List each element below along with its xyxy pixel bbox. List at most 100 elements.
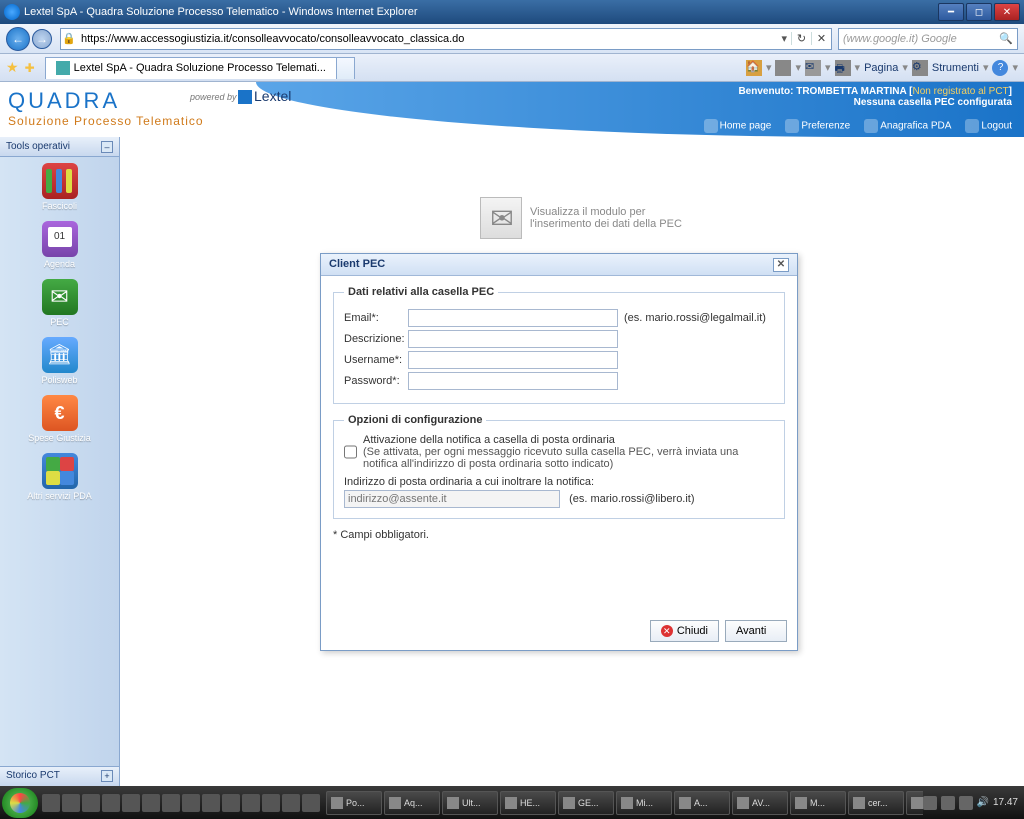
mail-icon[interactable]: ✉	[805, 60, 821, 76]
feeds-icon[interactable]	[775, 60, 791, 76]
ql-icon[interactable]	[162, 794, 180, 812]
client-pec-dialog: Client PEC ✕ Dati relativi alla casella …	[320, 253, 798, 651]
altri-icon	[42, 453, 78, 489]
url-text: https://www.accessogiustizia.it/consolle…	[77, 33, 777, 45]
task-item[interactable]: A...	[674, 791, 730, 815]
nav-anagrafica[interactable]: Anagrafica PDA	[864, 119, 951, 133]
tray-icon[interactable]	[923, 796, 937, 810]
ql-icon[interactable]	[202, 794, 220, 812]
tray-icon[interactable]	[941, 796, 955, 810]
tray-icon[interactable]	[959, 796, 973, 810]
forward-button[interactable]: →	[32, 29, 52, 49]
brand-sub: Soluzione Processo Telematico	[8, 114, 204, 128]
ql-icon[interactable]	[122, 794, 140, 812]
favorites-icon[interactable]: ★	[6, 59, 19, 76]
add-favorite-icon[interactable]: ✚	[25, 61, 35, 75]
clock[interactable]: 17.47	[993, 797, 1018, 808]
gear-icon: ⚙	[912, 60, 928, 76]
nav-logout[interactable]: Logout	[965, 119, 1012, 133]
main-content: Visualizza il modulo per l'inserimento d…	[120, 137, 1024, 786]
active-tab[interactable]: Lextel SpA - Quadra Soluzione Processo T…	[45, 57, 337, 79]
task-item[interactable]: cer...	[848, 791, 904, 815]
ql-icon[interactable]	[102, 794, 120, 812]
ql-icon[interactable]	[142, 794, 160, 812]
sidebar-item-polisweb[interactable]: Polisweb	[0, 337, 119, 385]
tab-bar: ★ ✚ Lextel SpA - Quadra Soluzione Proces…	[0, 54, 1024, 82]
ql-icon[interactable]	[62, 794, 80, 812]
address-bar[interactable]: 🔒 https://www.accessogiustizia.it/consol…	[60, 28, 832, 50]
print-icon[interactable]: 🖶	[835, 60, 851, 76]
task-item[interactable]: AV...	[732, 791, 788, 815]
nav-preferenze[interactable]: Preferenze	[785, 119, 850, 133]
sidebar-footer[interactable]: Storico PCT +	[0, 766, 119, 786]
task-item[interactable]: Lex...	[906, 791, 923, 815]
ql-icon[interactable]	[262, 794, 280, 812]
ql-icon[interactable]	[42, 794, 60, 812]
close-button[interactable]: ✕	[994, 3, 1020, 21]
chiudi-button[interactable]: ✕Chiudi	[650, 620, 719, 642]
home-icon[interactable]: 🏠	[746, 60, 762, 76]
fieldset-legend: Dati relativi alla casella PEC	[344, 286, 498, 298]
help-icon[interactable]: ?	[992, 60, 1008, 76]
ql-icon[interactable]	[242, 794, 260, 812]
expand-icon[interactable]: +	[101, 770, 113, 782]
volume-icon[interactable]: 🔊	[977, 797, 989, 808]
lextel-logo: Lextel	[238, 88, 291, 104]
home-icon	[704, 119, 718, 133]
dialog-body: Dati relativi alla casella PEC Email*: (…	[321, 276, 797, 616]
ql-icon[interactable]	[82, 794, 100, 812]
search-icon[interactable]: 🔍	[999, 32, 1013, 45]
system-tray: 🔊 17.47	[923, 796, 1022, 810]
task-item[interactable]: GE...	[558, 791, 614, 815]
minimize-button[interactable]: ━	[938, 3, 964, 21]
email-input[interactable]	[408, 309, 618, 327]
ql-icon[interactable]	[302, 794, 320, 812]
window-title: Lextel SpA - Quadra Soluzione Processo T…	[24, 6, 418, 18]
sidebar-item-altri[interactable]: Altri servizi PDA	[0, 453, 119, 501]
refresh-button[interactable]: ↻	[791, 32, 811, 45]
strumenti-menu[interactable]: Strumenti	[932, 62, 979, 74]
stop-button[interactable]: ✕	[811, 32, 831, 45]
task-item[interactable]: M...	[790, 791, 846, 815]
pagina-menu[interactable]: Pagina	[864, 62, 898, 74]
username-input[interactable]	[408, 351, 618, 369]
task-item[interactable]: HE...	[500, 791, 556, 815]
tab-title: Lextel SpA - Quadra Soluzione Processo T…	[74, 62, 326, 74]
task-item[interactable]: Aq...	[384, 791, 440, 815]
maximize-button[interactable]: ◻	[966, 3, 992, 21]
notifica-checkbox[interactable]	[344, 434, 357, 470]
ql-icon[interactable]	[222, 794, 240, 812]
task-item[interactable]: Ult...	[442, 791, 498, 815]
sidebar: Tools operativi – Fascicoli Agenda PEC P…	[0, 137, 120, 786]
start-button[interactable]	[2, 788, 38, 818]
window-controls: ━ ◻ ✕	[936, 3, 1020, 21]
fieldset-opzioni: Opzioni di configurazione Attivazione de…	[333, 414, 785, 519]
lock-icon: 🔒	[61, 32, 77, 45]
password-label: Password*:	[344, 375, 408, 387]
welcome-text: Benvenuto: TROMBETTA MARTINA [Non regist…	[738, 86, 1012, 108]
dropdown-icon[interactable]: ▾	[777, 32, 791, 45]
avanti-button[interactable]: Avanti	[725, 620, 787, 642]
ql-icon[interactable]	[282, 794, 300, 812]
fieldset-legend-2: Opzioni di configurazione	[344, 414, 486, 426]
nav-home[interactable]: Home page	[704, 119, 772, 133]
dialog-close-button[interactable]: ✕	[773, 258, 789, 272]
new-tab-button[interactable]	[337, 57, 355, 79]
sidebar-item-spese[interactable]: Spese Giustizia	[0, 395, 119, 443]
task-item[interactable]: Po...	[326, 791, 382, 815]
ql-icon[interactable]	[182, 794, 200, 812]
ie-icon	[4, 4, 20, 20]
back-button[interactable]: ←	[6, 27, 30, 51]
pec-hint: Visualizza il modulo per l'inserimento d…	[480, 197, 682, 239]
sidebar-item-agenda[interactable]: Agenda	[0, 221, 119, 269]
password-input[interactable]	[408, 372, 618, 390]
sidebar-item-fascicoli[interactable]: Fascicoli	[0, 163, 119, 211]
forward-input: indirizzo@assente.it	[344, 490, 560, 508]
search-box[interactable]: (www.google.it) Google 🔍	[838, 28, 1018, 50]
collapse-icon[interactable]: –	[101, 141, 113, 153]
sidebar-item-pec[interactable]: PEC	[0, 279, 119, 327]
close-icon: ✕	[661, 625, 673, 637]
agenda-icon	[42, 221, 78, 257]
descrizione-input[interactable]	[408, 330, 618, 348]
task-item[interactable]: Mi...	[616, 791, 672, 815]
